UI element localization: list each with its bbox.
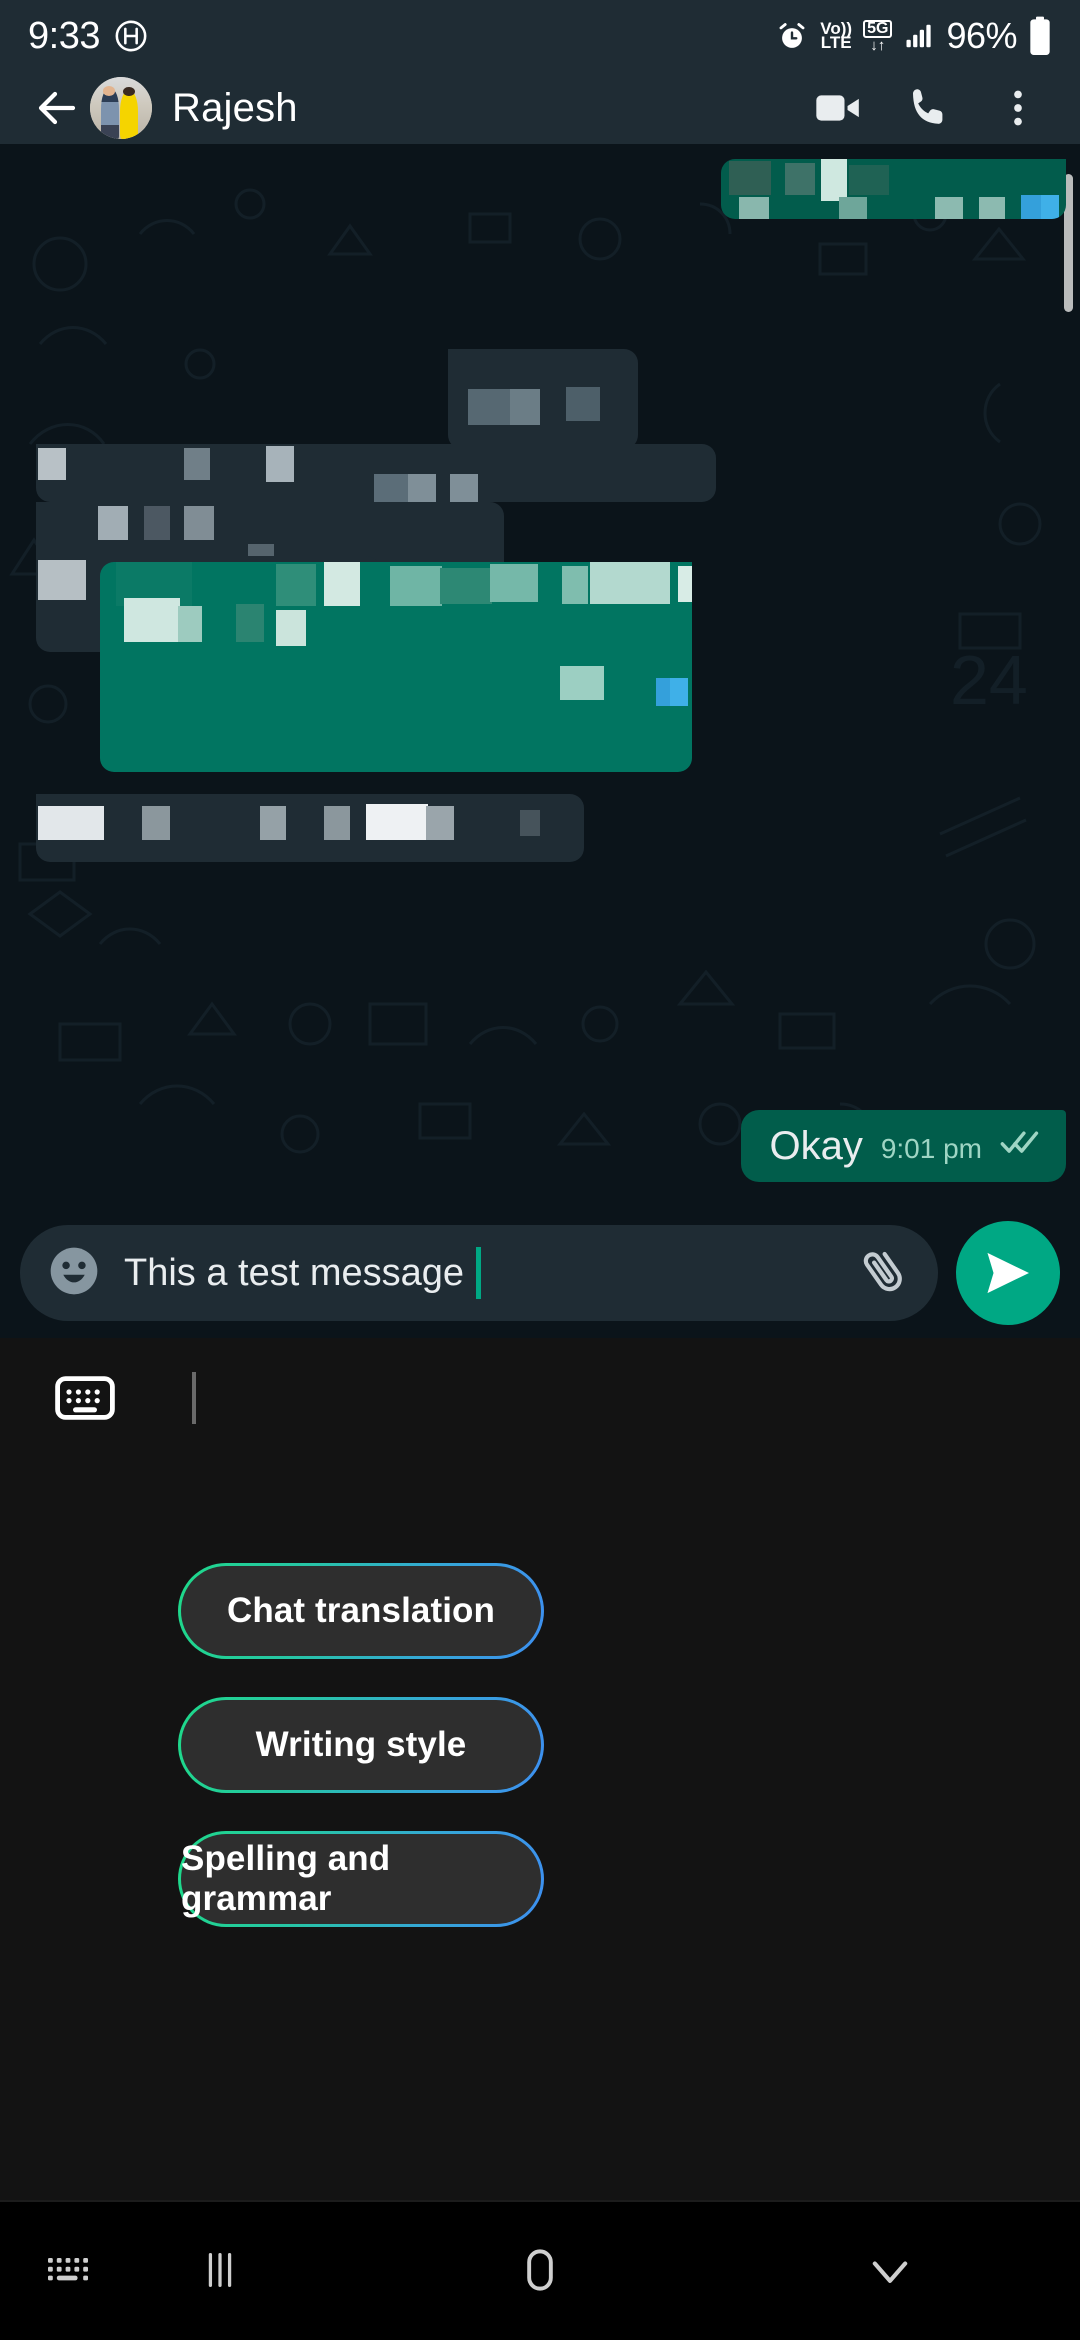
toolbar-divider [192,1372,196,1424]
message-bubble-redacted[interactable] [36,444,716,502]
data-arrows-label: ↓↑ [870,36,886,54]
header-actions [802,72,1054,144]
status-bar-right: Vo)) LTE 5G ↓↑ 96% [775,15,1052,57]
svg-text:24: 24 [950,641,1028,719]
message-input[interactable]: This a test message [124,1247,834,1299]
chat-translation-button[interactable]: Chat translation [178,1563,544,1659]
volte-bottom-label: LTE [820,33,852,52]
5g-badge-label: 5G [863,19,893,38]
more-options-icon[interactable] [982,72,1054,144]
status-bar-left: 9:33 [28,15,148,58]
send-button[interactable] [956,1221,1060,1325]
message-bubble-redacted[interactable] [448,349,638,449]
recents-button[interactable] [100,2200,340,2340]
assistant-suggestion-list: Chat translation Writing style Spelling … [178,1563,902,1927]
status-bar: 9:33 Vo)) LTE 5G ↓↑ 96% [0,0,1080,72]
chat-translation-label: Chat translation [226,1591,495,1630]
avatar-person-left [100,89,120,139]
chat-message-list[interactable]: 24 Okay 9:01 pm [0,144,1080,1208]
hide-keyboard-chevron-icon[interactable] [790,2200,990,2340]
message-bubble-okay[interactable]: Okay 9:01 pm [741,1110,1066,1182]
home-button[interactable] [430,2200,650,2340]
back-button[interactable] [26,77,88,139]
emoji-icon[interactable] [46,1243,102,1304]
message-bubble-redacted[interactable] [36,794,584,862]
avatar[interactable] [90,77,152,139]
do-not-disturb-icon [114,19,148,53]
message-bubble-redacted[interactable] [721,159,1066,219]
message-text: Okay [769,1124,863,1168]
message-bubble-redacted[interactable] [100,562,692,772]
avatar-person-left-head [103,85,116,96]
contact-name[interactable]: Rajesh [172,86,298,131]
message-input-bar: This a test message [0,1208,1080,1338]
status-clock: 9:33 [28,14,100,57]
chat-translation-button-inner: Chat translation [181,1566,541,1656]
keyboard-icon[interactable] [48,1361,122,1435]
writing-style-button-inner: Writing style [181,1700,541,1790]
voice-call-icon[interactable] [892,72,964,144]
volte-icon: Vo)) LTE [820,19,852,52]
composer-field[interactable]: This a test message [20,1225,938,1321]
spelling-grammar-label: Spelling and grammar [181,1839,391,1918]
attach-paperclip-icon[interactable] [856,1243,912,1304]
battery-percentage: 96% [946,15,1017,56]
system-navigation-bar [0,2200,1080,2340]
video-call-icon[interactable] [802,72,874,144]
writing-style-label: Writing style [255,1725,467,1764]
message-input-value: This a test message [124,1251,465,1294]
read-receipt-double-check-icon [1000,1127,1044,1166]
5g-icon: 5G ↓↑ [863,19,893,54]
assistant-toolbar [0,1338,1080,1458]
battery-icon [1028,16,1052,56]
text-caret [476,1247,482,1299]
avatar-person-right-head [122,86,135,97]
spelling-grammar-button-inner: Spelling and grammar [181,1834,541,1924]
message-timestamp: 9:01 pm [880,1133,982,1164]
chat-header: Rajesh [0,72,1080,144]
alarm-icon [775,19,809,53]
writing-style-button[interactable]: Writing style [178,1697,544,1793]
spelling-grammar-button[interactable]: Spelling and grammar [178,1831,544,1927]
ai-assistant-panel: Chat translation Writing style Spelling … [0,1338,1080,2200]
signal-icon [903,21,935,51]
avatar-person-right [119,90,139,139]
phone-screen: 9:33 Vo)) LTE 5G ↓↑ 96% Rajesh 24 Okay 9… [0,0,1080,2340]
